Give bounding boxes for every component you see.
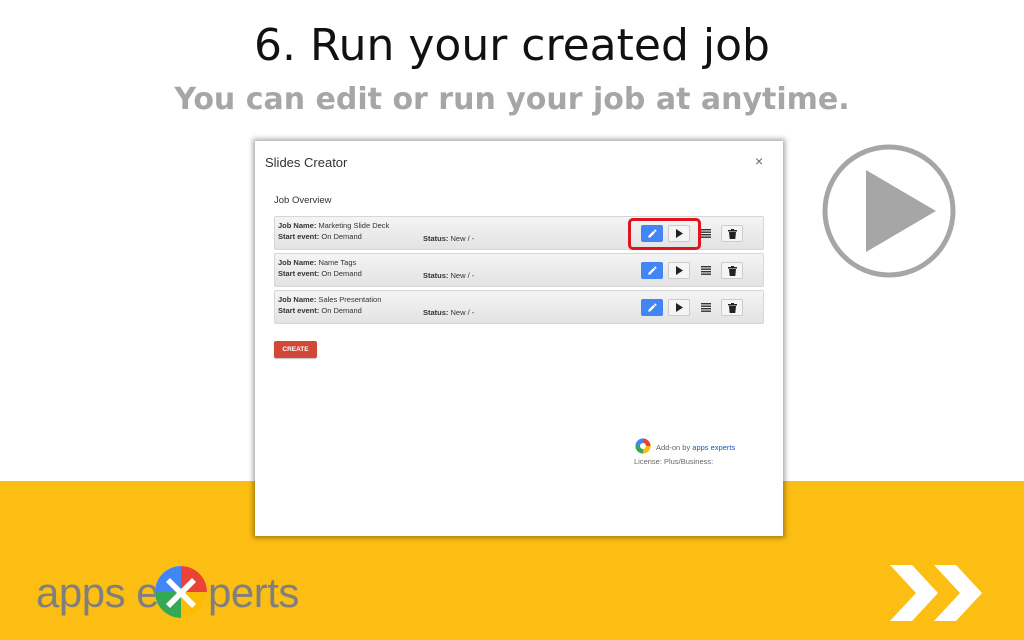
status-line: Status: New / - [423,308,475,317]
job-details-button[interactable] [695,299,717,316]
trash-icon [727,228,737,239]
edit-pencil-icon [647,303,657,312]
play-circle-icon[interactable] [822,144,956,278]
job-name-line: Job Name: Marketing Slide Deck [278,221,390,230]
brand-text-right: perts [208,569,299,616]
run-job-button[interactable] [668,299,690,316]
job-name: Sales Presentation [318,295,382,304]
job-name: Marketing Slide Deck [318,221,390,230]
job-status: New / - [450,271,475,280]
addon-credit: Add-on by apps experts [656,443,736,452]
brand-x-icon [155,566,207,618]
create-job-button[interactable]: CREATE [274,341,317,358]
job-row: Job Name: Name Tags Start event: On Dema… [274,253,764,287]
start-event: On Demand [321,269,362,278]
job-details-button[interactable] [695,262,717,279]
job-status: New / - [450,234,475,243]
job-overview-heading: Job Overview [274,195,332,206]
list-icon [701,229,711,238]
status-line: Status: New / - [423,234,475,243]
start-event: On Demand [321,232,362,241]
list-icon [701,303,711,312]
edit-pencil-icon [647,266,657,275]
job-name-line: Job Name: Name Tags [278,258,357,267]
run-job-button[interactable] [668,262,690,279]
list-icon [701,266,711,275]
apps-experts-logo-icon [635,438,651,454]
license-text: License: Plus/Business: [634,457,714,466]
start-event-line: Start event: On Demand [278,232,362,241]
dialog-title: Slides Creator [265,155,348,170]
play-icon [676,303,683,312]
start-event-line: Start event: On Demand [278,269,362,278]
slide-title: 6. Run your created job [254,20,770,71]
slides-creator-dialog: Slides Creator × Job Overview Job Name: … [255,141,783,536]
trash-icon [727,265,737,276]
play-icon [676,266,683,275]
job-name: Name Tags [318,258,357,267]
start-event: On Demand [321,306,362,315]
delete-job-button[interactable] [721,262,743,279]
delete-job-button[interactable] [721,225,743,242]
edit-job-button[interactable] [641,299,663,316]
job-row: Job Name: Sales Presentation Start event… [274,290,764,324]
trash-icon [727,302,737,313]
delete-job-button[interactable] [721,299,743,316]
apps-experts-link[interactable]: apps experts [692,443,735,452]
edit-run-highlight-box [628,218,701,250]
job-name-line: Job Name: Sales Presentation [278,295,382,304]
brand-text-left: apps e [36,569,160,616]
slide-subtitle: You can edit or run your job at anytime. [174,82,850,117]
edit-job-button[interactable] [641,262,663,279]
status-line: Status: New / - [423,271,475,280]
start-event-line: Start event: On Demand [278,306,362,315]
job-status: New / - [450,308,475,317]
close-icon[interactable]: × [755,153,769,169]
double-chevron-right-icon[interactable] [886,565,990,621]
apps-experts-brand-logo: apps e perts [36,562,306,624]
